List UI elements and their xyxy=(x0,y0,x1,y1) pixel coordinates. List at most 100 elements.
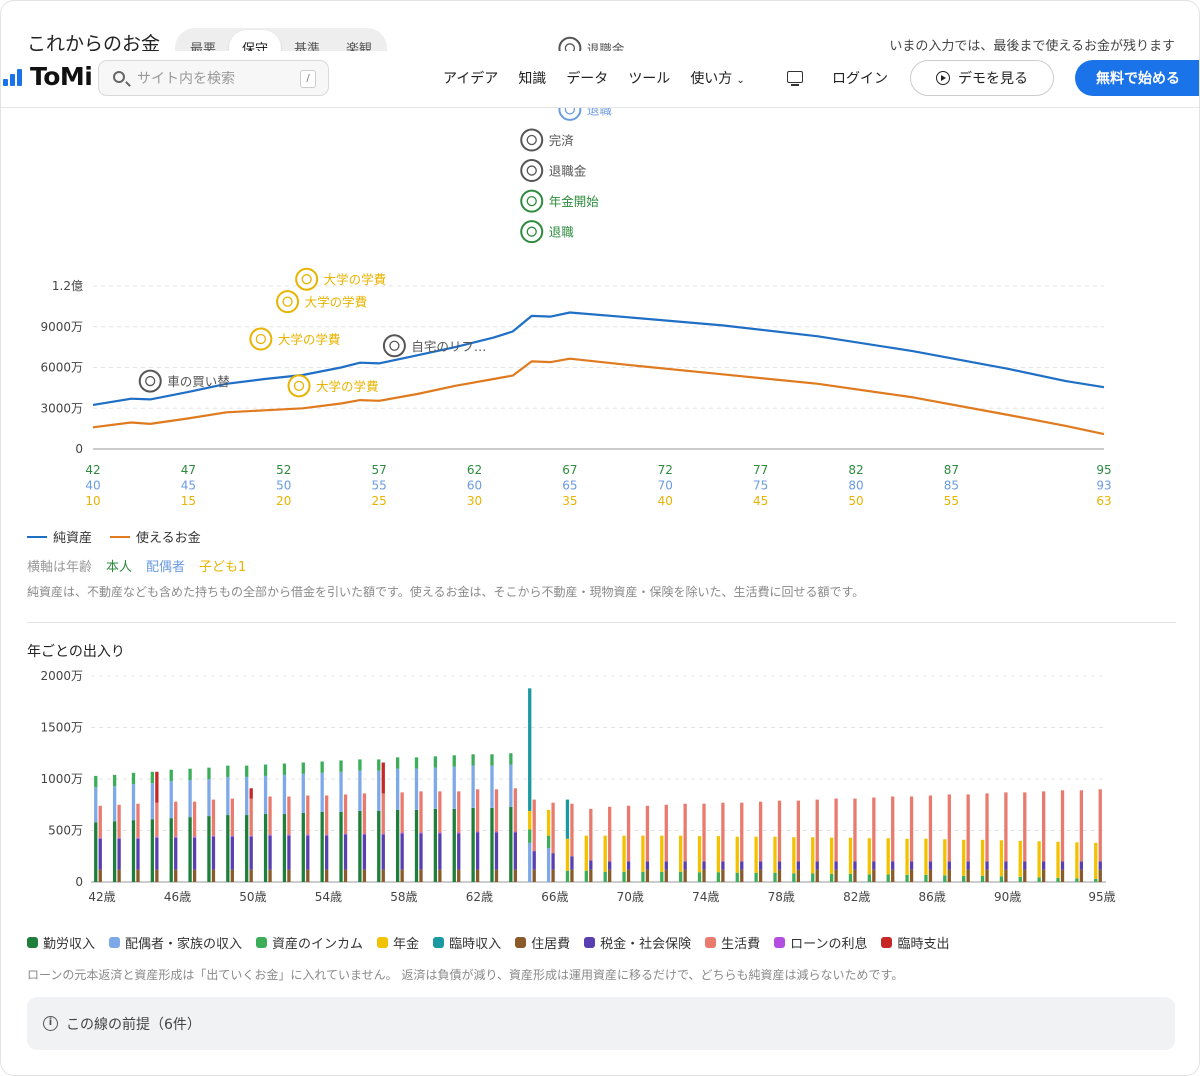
income-bar-segment xyxy=(471,807,475,882)
expense-bar-segment xyxy=(1041,861,1046,870)
income-bar-segment xyxy=(377,759,381,771)
income-bar-segment xyxy=(829,873,834,882)
x-tick-label: 85 xyxy=(944,479,959,493)
expense-bar-segment xyxy=(551,802,555,854)
y-tick-label: 1.2億 xyxy=(52,279,83,293)
expense-bar-segment xyxy=(683,869,687,882)
year-bar-group xyxy=(377,759,385,882)
expense-bar-segment xyxy=(909,861,914,870)
income-bar-segment xyxy=(546,835,551,849)
expense-bar-segment xyxy=(457,869,461,882)
demo-button[interactable]: デモを見る xyxy=(910,60,1054,96)
legend-label: 住居費 xyxy=(531,937,571,952)
nav-link-howto[interactable]: 使い方 ⌄ xyxy=(690,68,744,88)
search-input[interactable] xyxy=(135,67,289,91)
event-label: 自宅のリフ… xyxy=(411,339,486,354)
login-link[interactable]: ログイン xyxy=(832,68,888,88)
legend-item[interactable]: 臨時支出 xyxy=(881,933,950,952)
line-chart-note: 純資産は、不動産なども含めた持ちもの全部から借金を引いた額です。使えるお金は、そ… xyxy=(27,585,865,599)
expense-bar-segment xyxy=(796,869,801,882)
nav-link-ideas[interactable]: アイデア xyxy=(443,68,498,88)
x-tick-label: 20 xyxy=(276,494,291,508)
expense-bar-segment xyxy=(589,808,593,861)
expense-bar-segment xyxy=(928,795,933,862)
legend-item-spendable[interactable]: 使えるお金 xyxy=(110,527,201,546)
event-marker: 完済 xyxy=(520,128,574,152)
expense-bar-segment xyxy=(268,835,272,870)
x-tick-label: 57 xyxy=(371,463,386,477)
expense-bar-segment xyxy=(230,835,234,837)
legend-item[interactable]: 税金・社会保険 xyxy=(584,933,691,952)
expense-bar-segment xyxy=(513,831,517,833)
legend-item[interactable]: 資産のインカム xyxy=(256,933,363,952)
expense-bar-segment xyxy=(589,869,593,882)
expense-bar-segment xyxy=(1060,861,1065,870)
expense-bar-segment xyxy=(891,861,895,870)
expense-bar-segment xyxy=(117,837,121,839)
cashflow-note: ローンの元本返済と資産形成は「出ていくお金」に入れていません。 返済は負債が減り… xyxy=(27,968,904,982)
expense-bar-segment xyxy=(343,833,348,835)
year-bar-group xyxy=(792,800,801,882)
income-bar-segment xyxy=(980,875,985,882)
legend-item[interactable]: ローンの利息 xyxy=(774,933,867,952)
expense-bar-segment xyxy=(1023,861,1027,870)
year-bar-group xyxy=(245,765,253,882)
expense-bar-segment xyxy=(457,791,461,833)
legend-item-net-assets[interactable]: 純資産 xyxy=(27,527,92,546)
income-bar-segment xyxy=(754,836,758,873)
income-bar-segment xyxy=(245,815,249,882)
search-box[interactable]: / xyxy=(98,60,329,96)
expense-bar-segment xyxy=(419,832,423,834)
nav-link-tools[interactable]: ツール xyxy=(628,68,670,88)
income-bar-segment xyxy=(490,754,494,766)
legend-item[interactable]: 勤労収入 xyxy=(27,933,95,952)
income-bar-segment xyxy=(811,837,815,874)
x-tick-label: 40 xyxy=(658,494,673,508)
expense-bar-segment xyxy=(230,869,234,882)
monitor-icon[interactable] xyxy=(787,71,803,86)
expense-bar-segment xyxy=(947,794,951,862)
start-free-button[interactable]: 無料で始める xyxy=(1075,60,1199,96)
age-axis-key: 横軸は年齢 本人 配偶者 子ども1 xyxy=(27,556,246,575)
x-tick-label: 50 xyxy=(848,494,863,508)
year-bar-group xyxy=(1056,790,1065,882)
expense-bar-segment xyxy=(192,837,197,870)
expense-bar-segment xyxy=(192,869,197,882)
income-bar-segment xyxy=(603,871,607,882)
legend-item[interactable]: 配偶者・家族の収入 xyxy=(109,933,242,952)
logo[interactable]: ToMi xyxy=(3,62,93,91)
year-bar-group xyxy=(433,756,442,882)
expense-bar-segment xyxy=(438,791,442,833)
x-tick-label: 77 xyxy=(753,463,768,477)
expense-bar-segment xyxy=(362,833,367,835)
legend-item[interactable]: 住居費 xyxy=(515,933,570,952)
expense-bar-segment xyxy=(683,861,687,870)
x-tick-label: 15 xyxy=(181,494,196,508)
income-bar-segment xyxy=(622,871,626,882)
income-bar-segment xyxy=(471,754,475,766)
year-bar-group xyxy=(528,688,536,882)
income-bar-segment xyxy=(1037,841,1041,878)
expense-bar-segment xyxy=(306,869,310,882)
expense-bar-segment xyxy=(532,851,536,870)
expense-bar-segment xyxy=(1079,861,1084,870)
series-line xyxy=(92,357,1105,436)
net-assets-swatch xyxy=(27,535,47,538)
x-tick-label: 40 xyxy=(85,479,100,493)
yearly-cashflow-bar-chart: 0 500万 1000万 1500万 2000万 42歳 46歳 50歳 54歳 58歳 62歳 6… xyxy=(40,669,1115,904)
income-bar-segment xyxy=(112,821,117,882)
income-bar-segment xyxy=(282,763,287,775)
year-bar-group xyxy=(414,757,423,882)
legend-item[interactable]: 年金 xyxy=(377,933,419,952)
nav-link-data[interactable]: データ xyxy=(566,68,608,88)
assumptions-toggle[interactable]: i この線の前提（6件） xyxy=(27,997,1175,1050)
x-tick-label: 42歳 xyxy=(88,890,115,904)
graduation-cap-icon xyxy=(287,374,311,398)
income-bar-segment xyxy=(792,873,796,882)
year-bar-group xyxy=(924,795,933,882)
legend-item[interactable]: 生活費 xyxy=(705,933,760,952)
legend-item[interactable]: 臨時収入 xyxy=(433,933,501,952)
expense-bar-segment xyxy=(249,788,253,799)
expense-bar-segment xyxy=(475,869,480,882)
nav-link-knowledge[interactable]: 知識 xyxy=(518,68,546,88)
